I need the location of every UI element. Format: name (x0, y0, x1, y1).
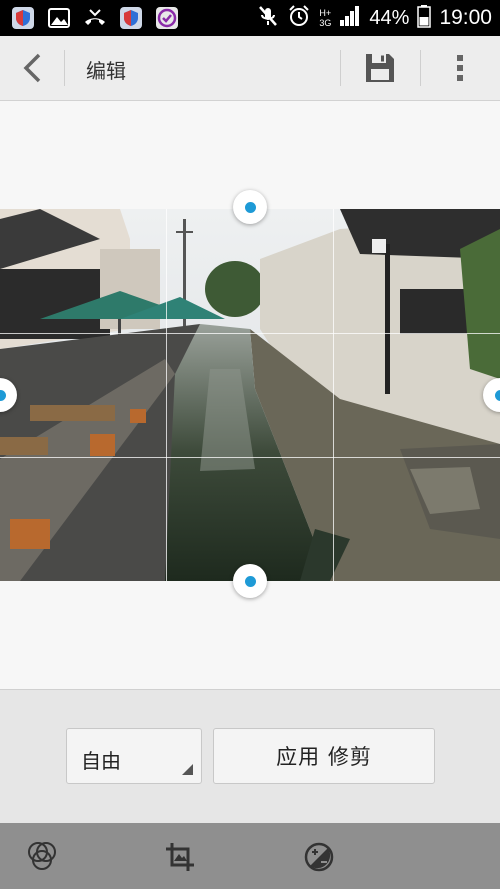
battery-icon (417, 4, 432, 33)
more-options-button[interactable] (445, 50, 475, 86)
missed-call-icon (82, 5, 108, 31)
action-bar: 编辑 (0, 36, 500, 101)
divider (64, 50, 65, 86)
exposure-tool-button[interactable] (301, 839, 337, 875)
crop-handle-top[interactable] (233, 190, 267, 224)
aspect-ratio-dropdown[interactable]: 自由 (66, 728, 202, 784)
dropdown-caret-icon (182, 764, 193, 775)
more-icon (457, 55, 463, 81)
grid-line (333, 209, 334, 581)
network-label: H+ (319, 8, 332, 18)
signal-icon (339, 5, 361, 32)
filters-tool-button[interactable] (24, 839, 60, 875)
exposure-icon (304, 842, 334, 872)
network-3g-label: 3G (319, 18, 332, 28)
crop-handle-bottom[interactable] (233, 564, 267, 598)
edit-canvas (0, 101, 500, 689)
status-bar: H+ 3G 44% 19:00 (0, 0, 500, 36)
save-icon (366, 54, 394, 82)
grid-line (166, 209, 167, 581)
handle-dot (0, 389, 6, 401)
back-button[interactable] (14, 50, 50, 86)
network-type: H+ 3G (319, 8, 331, 28)
back-icon (23, 53, 41, 83)
handle-dot (494, 389, 500, 401)
battery-percent: 44% (369, 6, 410, 29)
gallery-icon (46, 5, 72, 31)
crop-icon (166, 843, 194, 871)
photo-image (0, 209, 500, 581)
alarm-icon (287, 4, 311, 33)
shield-app-icon (10, 5, 36, 31)
crop-tool-button[interactable] (162, 839, 198, 875)
shield-app-icon (118, 5, 144, 31)
mute-icon (257, 4, 279, 33)
photo-crop-area[interactable] (0, 209, 500, 581)
divider (340, 50, 341, 86)
apply-crop-button[interactable]: 应用 修剪 (213, 728, 435, 784)
divider (420, 50, 421, 86)
clock: 19:00 (439, 6, 492, 29)
save-button[interactable] (360, 50, 400, 86)
grid-line (0, 333, 500, 334)
bottom-toolbar (0, 823, 500, 889)
crop-controls: 自由 应用 修剪 (0, 689, 500, 824)
filters-icon (28, 842, 56, 870)
handle-dot (244, 575, 256, 587)
page-title: 编辑 (86, 59, 126, 83)
aspect-ratio-label: 自由 (81, 749, 121, 773)
purple-app-icon (154, 5, 180, 31)
grid-line (0, 457, 500, 458)
handle-dot (244, 201, 256, 213)
